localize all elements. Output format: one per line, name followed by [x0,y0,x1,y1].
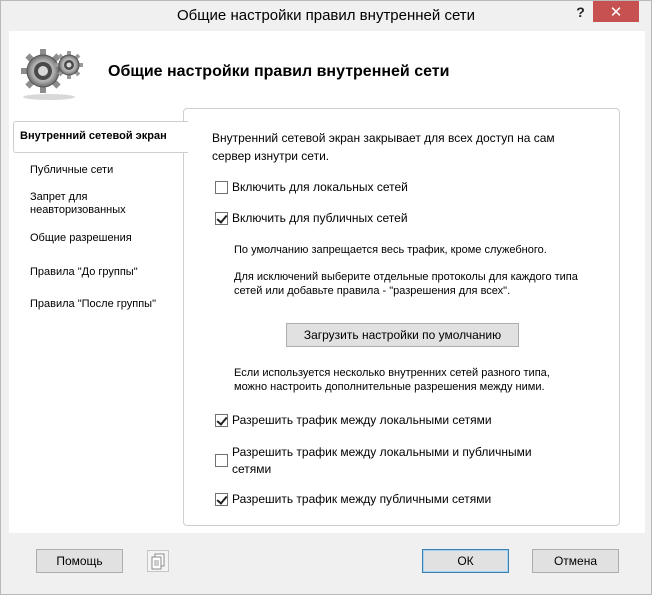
dialog-content: Внутренний сетевой экран Публичные сети … [9,108,645,533]
enable-public-row[interactable]: Включить для публичных сетей [215,210,408,227]
header-title: Общие настройки правил внутренней сети [108,63,450,80]
help-button[interactable]: Помощь [36,549,123,573]
nav-item-common-permissions[interactable]: Общие разрешения [30,232,132,245]
allow-public-public-checkbox[interactable] [215,493,228,506]
enable-local-label: Включить для локальных сетей [232,180,408,194]
allow-public-public-label: Разрешить трафик между публичными сетями [232,492,492,506]
enable-public-label: Включить для публичных сетей [232,211,408,225]
allow-local-public-label: Разрешить трафик между локальными и публ… [232,445,532,476]
intro-text: Внутренний сетевой экран закрывает для в… [212,131,555,163]
settings-dialog: Общие настройки правил внутренней сети ?… [0,0,652,595]
dialog-header: Общие настройки правил внутренней сети [9,31,645,108]
load-defaults-button[interactable]: Загрузить настройки по умолчанию [286,323,519,347]
sidebar-nav: Внутренний сетевой экран Публичные сети … [9,108,188,533]
allow-local-public-checkbox[interactable] [215,454,228,467]
close-button[interactable]: ✕ [593,1,639,22]
nav-item-public-networks[interactable]: Публичные сети [30,164,113,177]
allow-local-local-label: Разрешить трафик между локальными сетями [232,413,492,427]
allow-local-local-row[interactable]: Разрешить трафик между локальными сетями [215,412,492,429]
nav-item-internal-firewall[interactable]: Внутренний сетевой экран [13,121,188,153]
default-deny-note: По умолчанию запрещается весь трафик, кр… [234,244,547,256]
enable-public-checkbox[interactable] [215,212,228,225]
exceptions-note: Для исключений выберите отдельные проток… [234,271,578,297]
enable-local-checkbox[interactable] [215,181,228,194]
gears-icon [21,49,83,100]
allow-public-public-row[interactable]: Разрешить трафик между публичными сетями [215,491,491,508]
nav-item-unauthorized-deny[interactable]: Запрет для неавторизованных [30,191,126,217]
document-icon[interactable] [147,550,169,572]
help-title-button[interactable]: ? [568,1,593,22]
allow-local-public-row[interactable]: Разрешить трафик между локальными и публ… [215,444,532,478]
title-bar[interactable]: Общие настройки правил внутренней сети ?… [1,1,651,31]
document-icon-graphic [151,553,165,570]
ok-button[interactable]: ОК [422,549,509,573]
allow-local-local-checkbox[interactable] [215,414,228,427]
cancel-button[interactable]: Отмена [532,549,619,573]
nav-item-rules-before-group[interactable]: Правила "До группы" [30,266,138,279]
nav-item-rules-after-group[interactable]: Правила "После группы" [30,298,156,311]
settings-panel: Внутренний сетевой экран закрывает для в… [183,108,620,526]
enable-local-row[interactable]: Включить для локальных сетей [215,179,408,196]
multi-network-note: Если используется несколько внутренних с… [234,367,550,393]
window-title: Общие настройки правил внутренней сети [176,7,476,24]
